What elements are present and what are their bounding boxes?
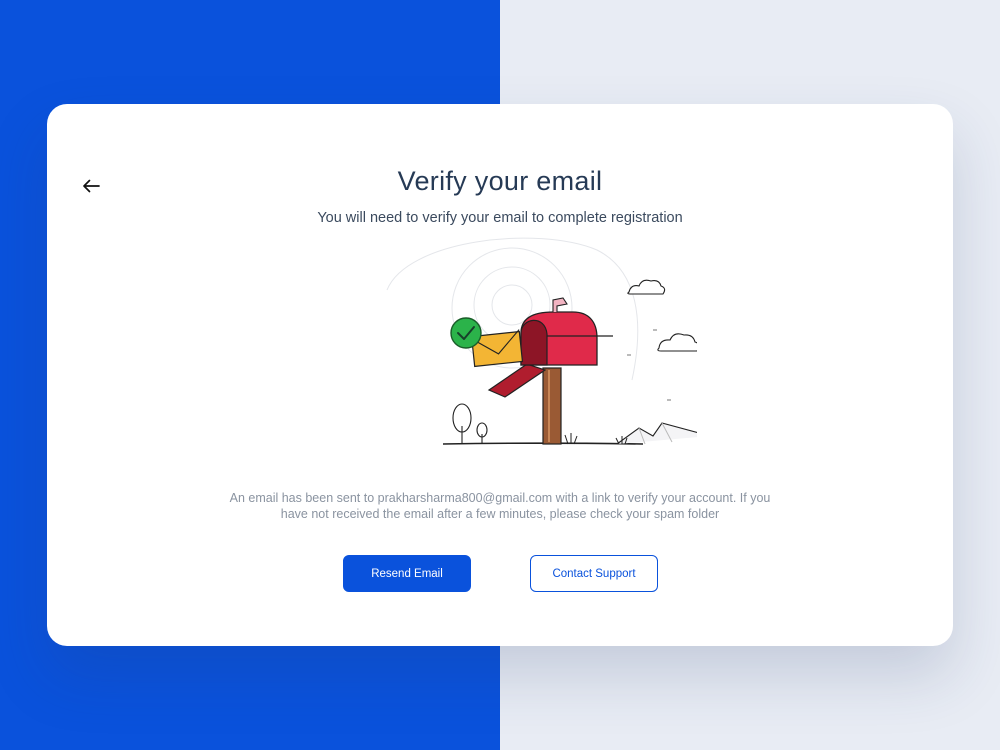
verification-message: An email has been sent to prakharsharma8… [229,491,771,521]
page-title: Verify your email [397,166,603,196]
page-subtitle: You will need to verify your email to co… [317,210,683,226]
verify-email-card: Verify your email You will need to verif… [47,104,953,646]
mailbox-drawing [386,237,711,445]
contact-support-button[interactable]: Contact Support [530,555,658,592]
resend-email-button[interactable]: Resend Email [343,555,471,592]
mailbox-illustration [377,230,711,452]
